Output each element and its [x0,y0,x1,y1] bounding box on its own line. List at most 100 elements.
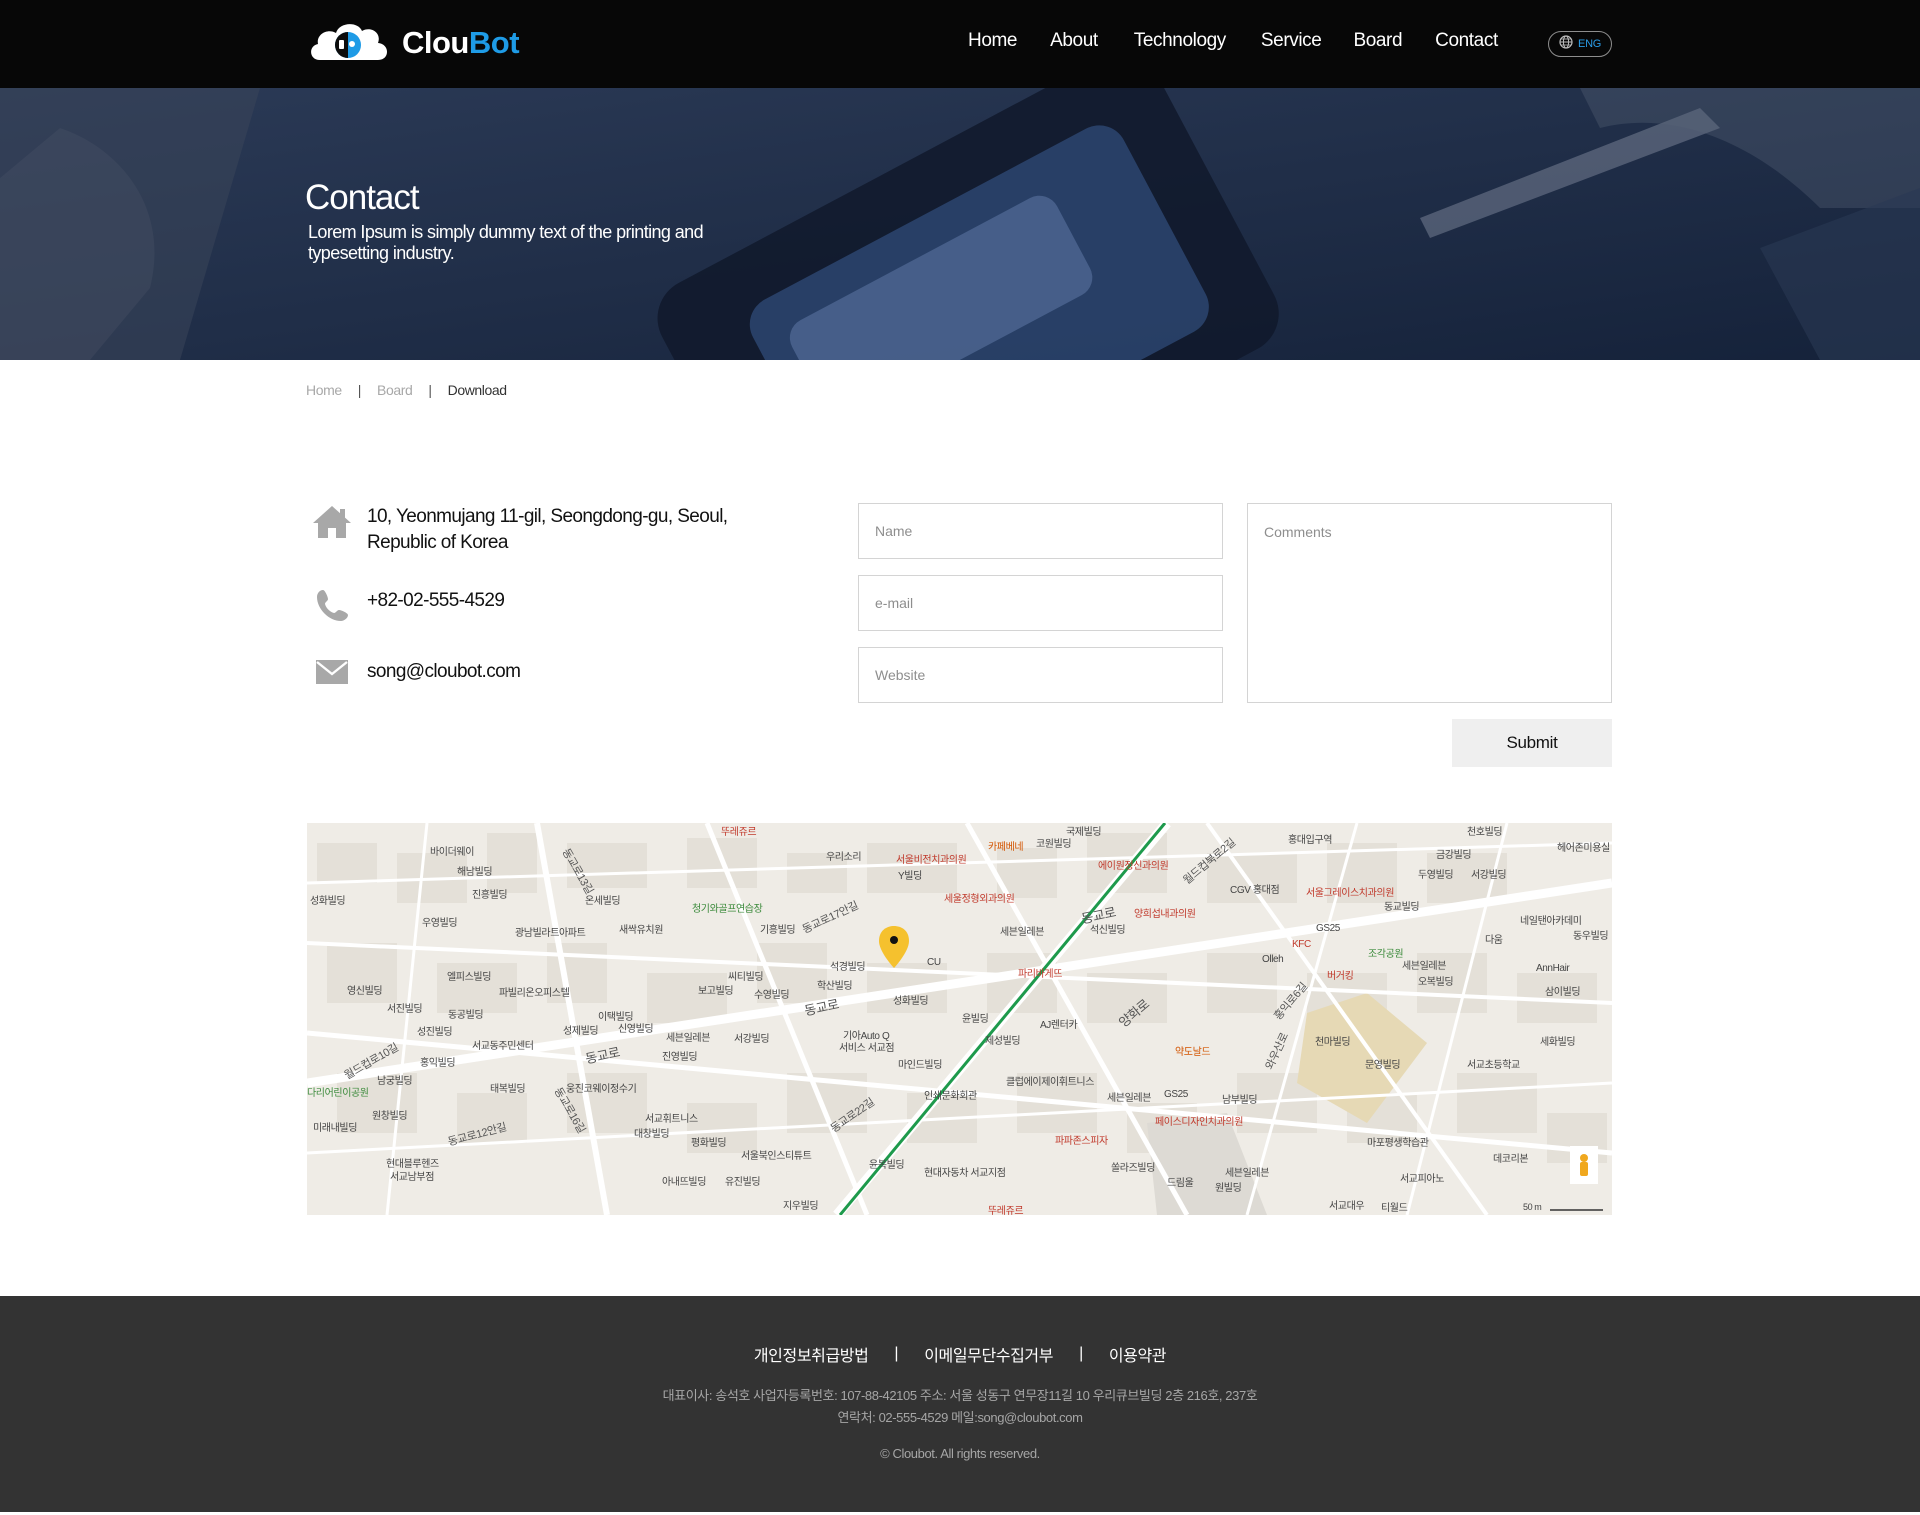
footer-link-privacy[interactable]: 개인정보취급방법 [754,1342,869,1366]
map-label: 신영빌딩 [618,1024,654,1035]
logo-wordmark: ClouBot [402,25,520,60]
map-label: 광남빌라트아파트 [515,928,586,939]
map-label: 파빌리온오피스텔 [499,988,570,999]
map-label: 서진빌딩 [387,1004,423,1015]
name-input[interactable] [858,503,1223,559]
nav-board[interactable]: Board [1353,30,1402,52]
map-label: 온세빌딩 [585,896,621,907]
map-label: 동우빌딩 [1573,931,1609,942]
map-label: CU [927,957,941,968]
map-label: 세화빌딩 [1540,1037,1576,1048]
map-label: CGV 홍대점 [1230,885,1280,896]
map-label: 유진빌딩 [725,1177,761,1188]
map-label: 우리소리 [826,852,862,863]
nav-service[interactable]: Service [1261,30,1322,52]
map-label: 조각공원 [1368,949,1404,960]
map-label: 보고빌딩 [698,986,734,997]
site-header: ClouBot Home About Technology Service Bo… [0,0,1920,88]
footer-contact-info: 연락처: 02-555-4529 메일:song@cloubot.com [837,1410,1083,1425]
nav-contact[interactable]: Contact [1435,30,1498,52]
address-text: 10, Yeonmujang 11-gil, Seongdong-gu, Seo… [367,506,728,553]
map-label: 미래내빌딩 [313,1123,358,1134]
map-label: 우영빌딩 [422,918,458,929]
globe-icon [1559,34,1573,54]
map-label: 네일탠아카데미 [1520,916,1582,927]
map-label: 헤어존미용실 [1557,843,1610,854]
map-label: 파파존스피자 [1055,1136,1108,1147]
envelope-icon [308,659,356,685]
map-label: 금강빌딩 [1436,850,1472,861]
map-label: 청기와골프연습장 [692,904,763,915]
language-label: ENG [1578,38,1601,50]
map-label: 아내뜨빌딩 [662,1177,707,1188]
map-label: 윤빌딩 [962,1014,989,1025]
map-label: 성화빌딩 [310,896,346,907]
map-label: 성화빌딩 [893,996,929,1007]
map-label: 에이원정신과의원 [1098,861,1169,872]
map-label: 남부빌딩 [1222,1095,1258,1106]
footer-copyright: © Cloubot. All rights reserved. [880,1446,1040,1461]
location-map[interactable]: 바이더웨이 해남빌딩 진흥빌딩 성화빌딩 우영빌딩 온세빌딩 광남빌라트아파트 … [307,823,1612,1215]
map-label: 대창빌딩 [634,1129,670,1140]
map-label: 성진빌딩 [417,1027,453,1038]
map-label: 인쇄문화회관 [924,1091,977,1102]
hero-subtitle: Lorem Ipsum is simply dummy text of the … [308,222,704,263]
map-label: 평화빌딩 [691,1138,727,1149]
map-label: 천마빌딩 [1315,1037,1351,1048]
hero-background-image [0,88,1920,360]
breadcrumb-separator: | [428,382,432,398]
footer-link-terms[interactable]: 이용약관 [1109,1342,1167,1366]
language-toggle[interactable]: ENG [1548,31,1612,57]
breadcrumb-home[interactable]: Home [306,382,342,398]
map-label: 버거킹 [1327,971,1354,982]
email-input[interactable] [858,575,1223,631]
comments-textarea[interactable] [1247,503,1612,703]
map-label: 원빌딩 [1215,1183,1242,1194]
map-label: 페이스디자인치과의원 [1155,1117,1244,1128]
map-label: 진영빌딩 [662,1052,698,1063]
footer-separator: | [1079,1345,1083,1362]
map-label: 서강빌딩 [734,1034,770,1045]
map-label: 서교동주민센터 [472,1041,534,1052]
map-scale-label: 50 m [1523,1202,1542,1212]
breadcrumb-board[interactable]: Board [377,382,413,398]
map-label: 학산빌딩 [817,981,853,992]
map-label: 제성빌딩 [985,1036,1021,1047]
website-input[interactable] [858,647,1223,703]
footer-links: 개인정보취급방법 | 이메일무단수집거부 | 이용약관 [0,1342,1920,1366]
map-label: 씨티빌딩 [728,972,764,983]
nav-technology[interactable]: Technology [1134,30,1227,52]
map-label: 서교남부점 [390,1172,435,1183]
map-label: 홍대입구역 [1288,835,1333,846]
map-label: 서울그레이스치과의원 [1306,888,1395,899]
map-label: 동공빌딩 [448,1010,484,1021]
map-label: 문영빌딩 [1365,1060,1401,1071]
map-label: 클럽에이제이휘트니스 [1006,1077,1095,1088]
map-label: 양희섭내과의원 [1134,909,1196,920]
map-label: 세븐일레븐 [1107,1093,1152,1104]
main-nav: Home About Technology Service Board Cont… [968,30,1498,52]
site-logo[interactable]: ClouBot [306,18,520,68]
nav-about[interactable]: About [1050,30,1098,52]
map-label: 영신빌딩 [347,986,383,997]
map-label: 세븐일레븐 [1000,927,1045,938]
map-label: 진흥빌딩 [472,890,508,901]
map-label: 서교초등학교 [1467,1060,1520,1071]
map-label: 천호빌딩 [1467,827,1503,838]
cloud-robot-icon [306,18,392,68]
map-label: 세븐일레븐 [666,1033,711,1044]
submit-button[interactable]: Submit [1452,719,1612,767]
map-label: 서비스 서교점 [839,1043,895,1054]
map-label: AnnHair [1536,963,1570,974]
map-label: 마포평생학습관 [1367,1138,1429,1149]
contact-address: 10, Yeonmujang 11-gil, Seongdong-gu, Seo… [308,504,757,556]
footer-link-email-policy[interactable]: 이메일무단수집거부 [924,1342,1053,1366]
map-label: 서교휘트니스 [645,1114,698,1125]
breadcrumb-current: Download [447,382,507,398]
nav-home[interactable]: Home [968,30,1017,52]
map-label: 세울정형외과의원 [944,894,1015,905]
map-label: 홍익빌딩 [420,1058,456,1069]
map-label: GS25 [1316,923,1340,934]
map-label: 현대자동차 서교지점 [924,1168,1006,1179]
map-label: 성제빌딩 [563,1026,599,1037]
